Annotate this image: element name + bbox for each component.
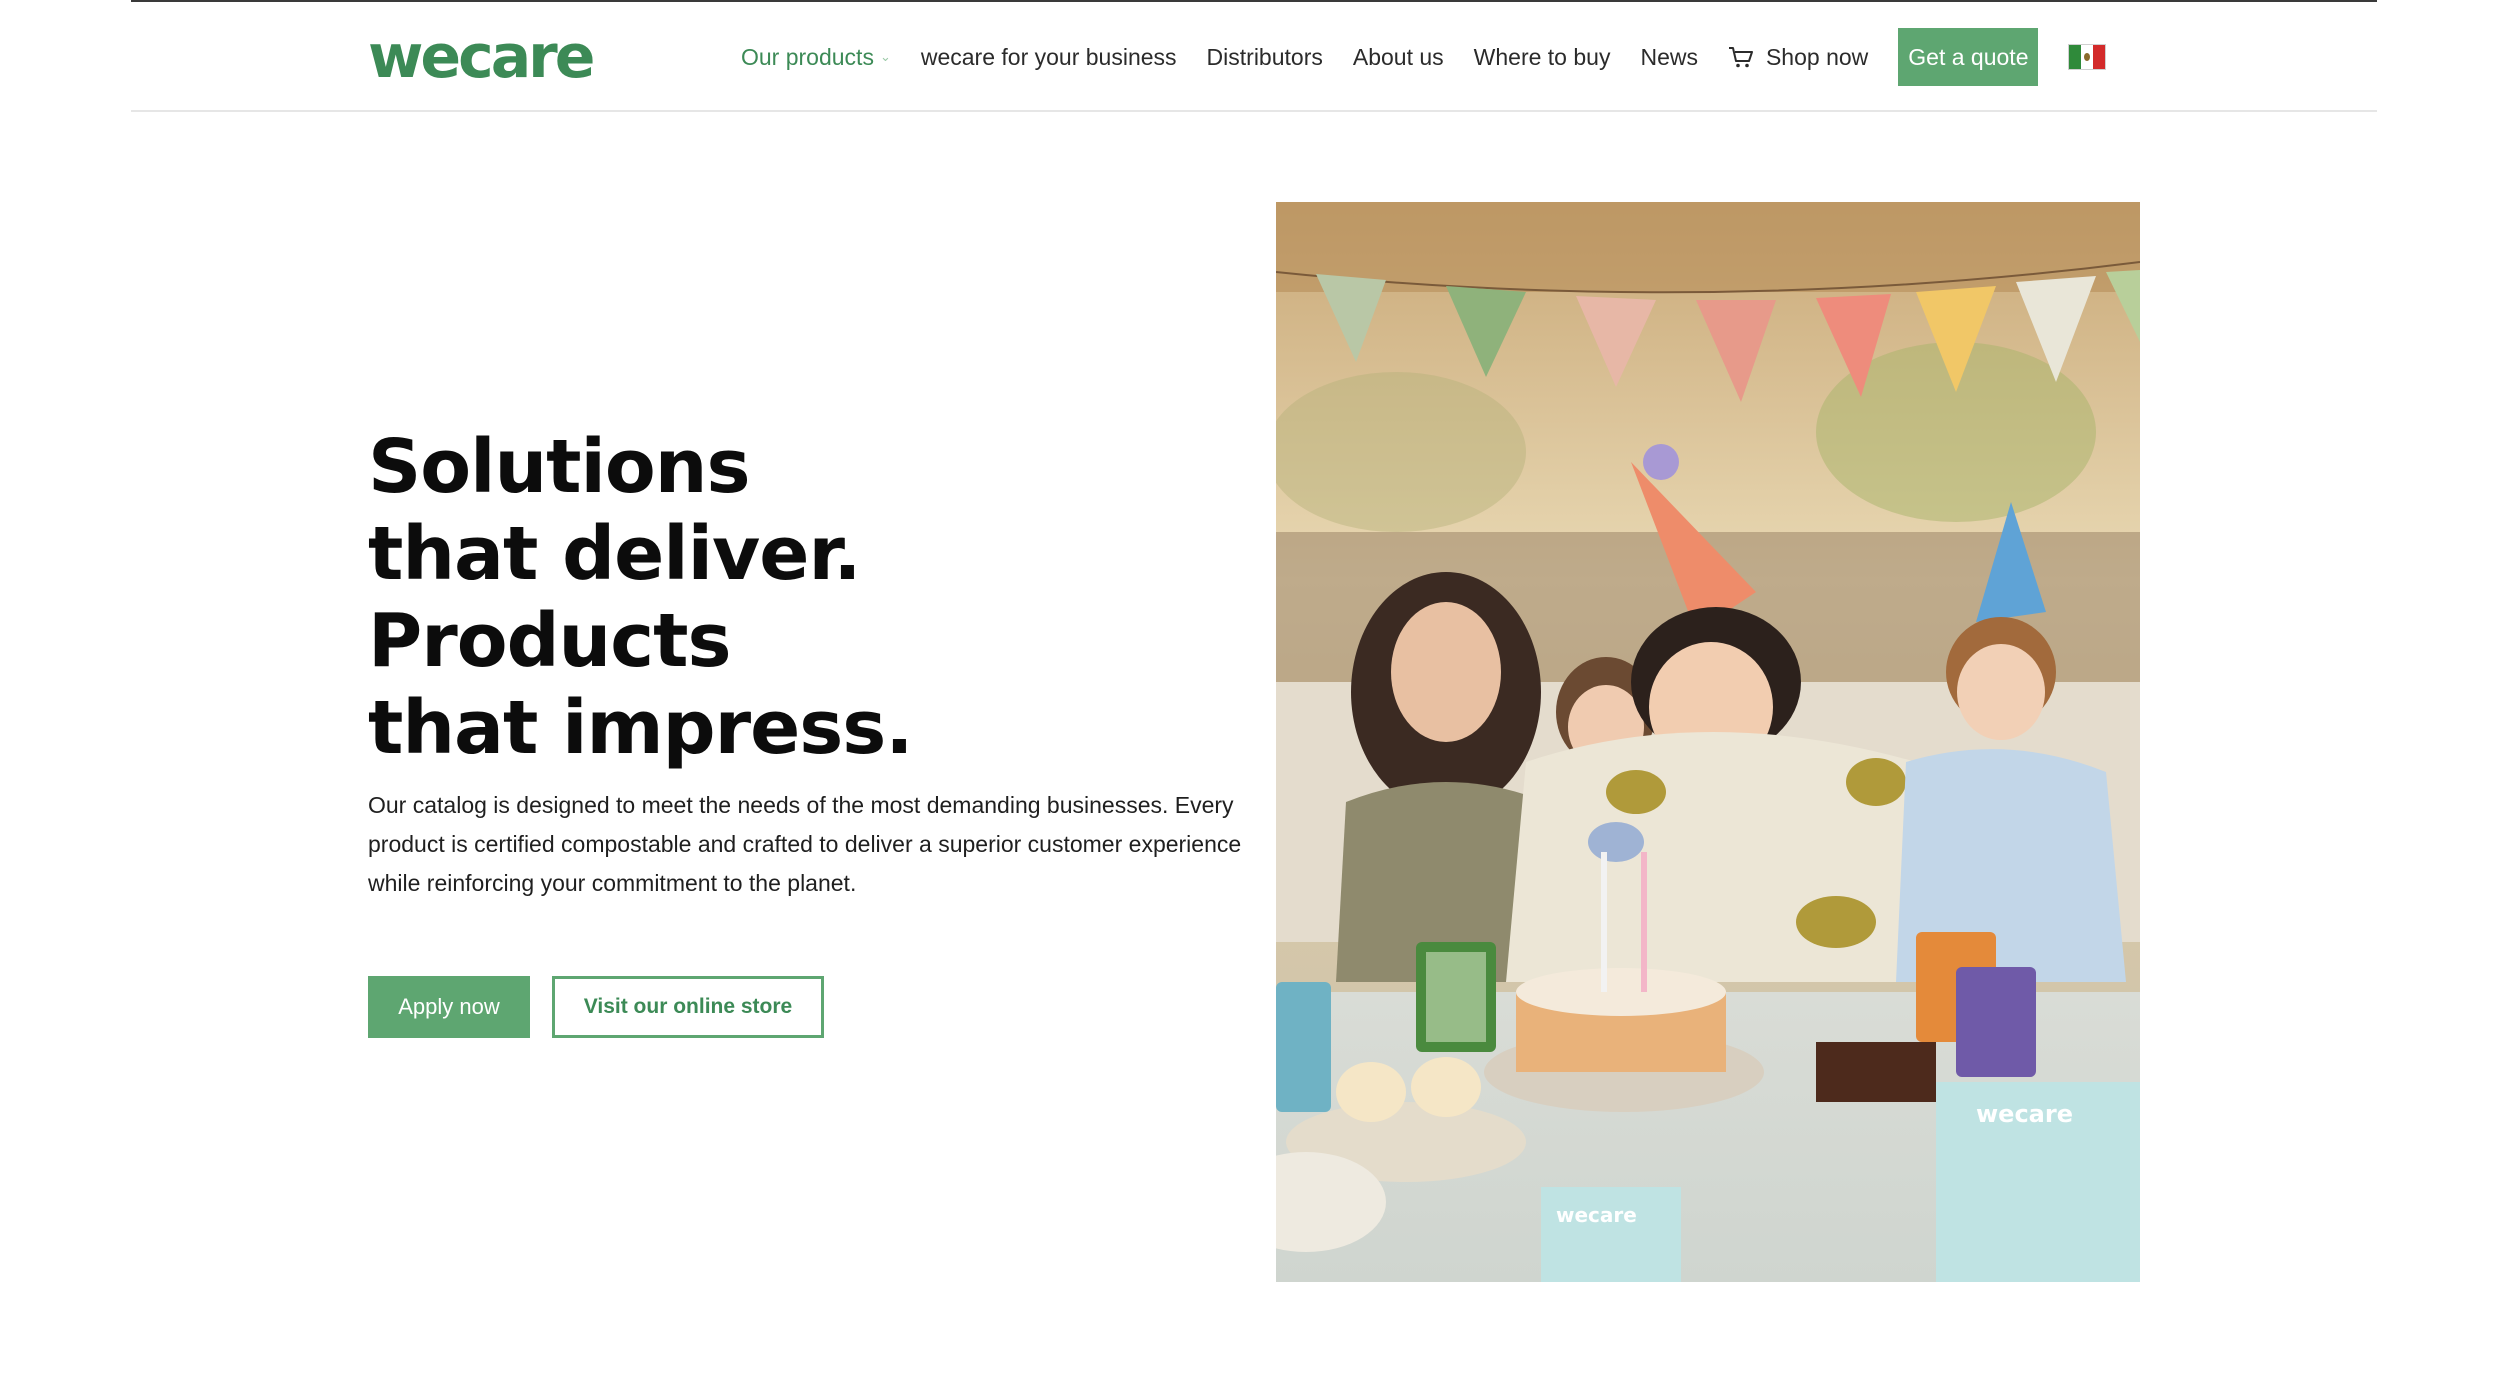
nav-news[interactable]: News <box>1640 44 1698 71</box>
photo-illustration: wecare wecare <box>1276 202 2140 1282</box>
nav-our-products-label: Our products <box>741 43 874 70</box>
nav-news-label: News <box>1640 43 1698 70</box>
get-a-quote-button[interactable]: Get a quote <box>1898 28 2039 86</box>
apply-now-label: Apply now <box>398 994 500 1019</box>
hero-headline: Solutions that deliver. Products that im… <box>368 424 913 772</box>
nav-distributors[interactable]: Distributors <box>1207 44 1323 71</box>
package-wordmark: wecare <box>1976 1100 2073 1128</box>
nav-about-us-label: About us <box>1352 43 1444 70</box>
nav-wecare-for-business[interactable]: wecare for your business <box>921 44 1177 71</box>
main-nav: Our products ⌄ wecare for your business … <box>741 2 2107 112</box>
headline-line-1: Solutions <box>368 424 751 510</box>
visit-online-store-label: Visit our online store <box>583 995 793 1018</box>
site-header: wecare Our products ⌄ wecare for your bu… <box>131 2 2377 112</box>
headline-line-2: that deliver. <box>368 511 862 597</box>
visit-online-store-button[interactable]: Visit our online store <box>552 976 824 1038</box>
headline-line-4: that impress. <box>368 685 913 771</box>
hero-description: Our catalog is designed to meet the need… <box>368 792 1242 896</box>
nav-where-to-buy[interactable]: Where to buy <box>1474 44 1611 71</box>
apply-now-button[interactable]: Apply now <box>368 976 530 1038</box>
nav-shop-now[interactable]: Shop now <box>1728 44 1868 71</box>
mexico-flag-icon[interactable] <box>2068 44 2107 70</box>
nav-distributors-label: Distributors <box>1206 43 1323 70</box>
birthday-party-photo: wecare wecare <box>1276 202 2140 1282</box>
nav-about-us[interactable]: About us <box>1353 44 1444 71</box>
nav-our-products[interactable]: Our products ⌄ <box>741 44 891 71</box>
wecare-logo[interactable]: wecare <box>368 26 638 88</box>
logo-text: wecare <box>368 22 595 92</box>
package-wordmark-2: wecare <box>1556 1203 1637 1227</box>
chevron-down-icon: ⌄ <box>879 49 891 64</box>
headline-line-3: Products <box>368 598 732 684</box>
cart-icon <box>1728 47 1753 68</box>
nav-wecare-for-business-label: wecare for your business <box>920 43 1177 70</box>
get-a-quote-label: Get a quote <box>1908 43 2029 70</box>
nav-shop-now-label: Shop now <box>1765 43 1869 70</box>
nav-where-to-buy-label: Where to buy <box>1473 43 1611 70</box>
